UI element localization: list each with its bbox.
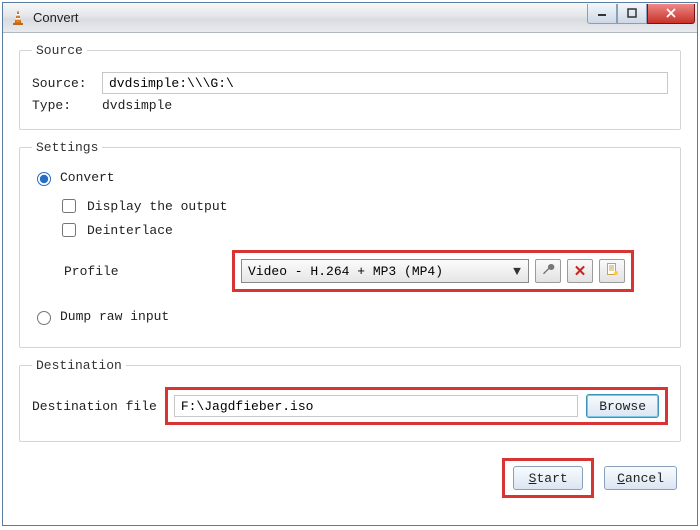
start-highlight: Start — [502, 458, 594, 498]
new-profile-button[interactable] — [599, 259, 625, 283]
start-button[interactable]: Start — [513, 466, 583, 490]
profile-dropdown[interactable]: Video - H.264 + MP3 (MP4) ▼ — [241, 259, 529, 283]
profile-highlight: Video - H.264 + MP3 (MP4) ▼ ✕ — [232, 250, 634, 292]
type-label: Type: — [32, 98, 94, 113]
window-controls — [587, 4, 695, 26]
browse-button[interactable]: Browse — [586, 394, 659, 418]
source-input[interactable] — [102, 72, 668, 94]
source-group: Source Source: Type: dvdsimple — [19, 43, 681, 130]
edit-profile-button[interactable] — [535, 259, 561, 283]
deinterlace-label: Deinterlace — [87, 223, 173, 238]
destination-file-label: Destination file — [32, 399, 157, 414]
cancel-button[interactable]: Cancel — [604, 466, 677, 490]
settings-group: Settings Convert Display the output Dein… — [19, 140, 681, 348]
destination-highlight: Browse — [165, 387, 668, 425]
deinterlace-checkbox[interactable] — [62, 223, 76, 237]
convert-radio-label: Convert — [60, 170, 115, 185]
settings-legend: Settings — [32, 140, 102, 155]
type-value: dvdsimple — [102, 98, 172, 113]
close-button[interactable] — [647, 4, 695, 24]
minimize-button[interactable] — [587, 4, 617, 24]
source-label: Source: — [32, 76, 94, 91]
convert-dialog: Convert Source Source: Type: dvdsimple — [2, 2, 698, 526]
destination-group: Destination Destination file Browse — [19, 358, 681, 442]
source-legend: Source — [32, 43, 87, 58]
vlc-cone-icon — [9, 9, 27, 27]
destination-legend: Destination — [32, 358, 126, 373]
convert-radio[interactable] — [37, 172, 51, 186]
x-icon: ✕ — [574, 262, 587, 281]
profile-label: Profile — [32, 264, 232, 279]
wrench-icon — [541, 262, 555, 280]
window-title: Convert — [33, 10, 587, 25]
titlebar[interactable]: Convert — [3, 3, 697, 33]
delete-profile-button[interactable]: ✕ — [567, 259, 593, 283]
profile-selected: Video - H.264 + MP3 (MP4) — [248, 264, 508, 279]
dump-radio-label: Dump raw input — [60, 309, 169, 324]
maximize-button[interactable] — [617, 4, 647, 24]
dialog-footer: Start Cancel — [19, 452, 681, 500]
dump-radio[interactable] — [37, 311, 51, 325]
display-output-checkbox[interactable] — [62, 199, 76, 213]
client-area: Source Source: Type: dvdsimple Settings … — [3, 33, 697, 525]
new-file-icon — [605, 262, 619, 280]
chevron-down-icon: ▼ — [508, 264, 526, 279]
destination-file-input[interactable] — [174, 395, 578, 417]
display-output-label: Display the output — [87, 199, 227, 214]
